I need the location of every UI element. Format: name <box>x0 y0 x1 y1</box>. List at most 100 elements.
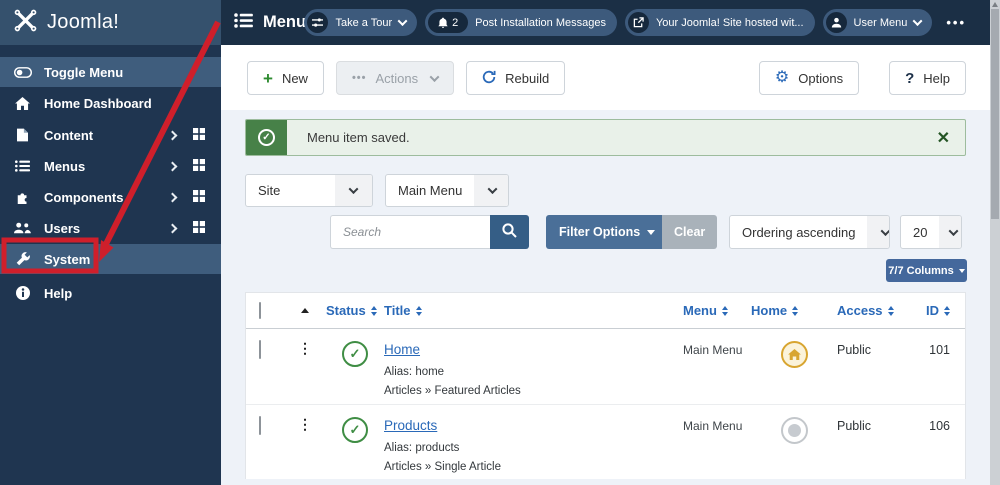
chevron-down-icon <box>939 216 961 248</box>
home-unset-icon[interactable] <box>780 417 808 444</box>
file-icon <box>13 128 32 142</box>
sidebar-item-label: Menus <box>44 158 86 174</box>
home-column-header[interactable]: Home <box>751 303 799 318</box>
site-select[interactable]: Site <box>245 174 373 207</box>
access-level: Public <box>837 419 872 433</box>
chevron-down-icon <box>429 71 440 82</box>
sidebar-item-components[interactable]: Components <box>0 182 221 212</box>
search-group <box>330 215 529 249</box>
menu-item-title-link[interactable]: Products <box>384 418 437 433</box>
chevron-down-icon <box>912 16 923 27</box>
sort-icon <box>721 305 728 316</box>
hosted-site-label: Your Joomla! Site hosted wit... <box>655 16 804 29</box>
sidebar-item-home-dashboard[interactable]: Home Dashboard <box>0 88 221 118</box>
search-button[interactable] <box>490 215 529 249</box>
help-button[interactable]: ? Help <box>889 61 966 95</box>
filter-options-button[interactable]: Filter Options <box>546 215 669 249</box>
scrollbar-thumb[interactable] <box>991 9 999 219</box>
ordering-select[interactable]: Ordering ascending <box>729 215 890 249</box>
close-icon[interactable]: ✕ <box>937 128 950 148</box>
sidebar-item-system[interactable]: System <box>0 244 221 274</box>
grid-icon[interactable] <box>193 189 205 205</box>
ordering-select-value: Ordering ascending <box>742 224 856 240</box>
table-row: ⋮ ✓ Home Alias: home Articles » Featured… <box>246 329 965 405</box>
drag-handle-icon[interactable]: ⋮ <box>298 417 312 431</box>
chevron-down-icon <box>474 175 508 206</box>
limit-select[interactable]: 20 <box>900 215 962 249</box>
grid-icon[interactable] <box>193 220 205 236</box>
menu-item-type: Articles » Single Article <box>384 461 501 473</box>
row-checkbox[interactable] <box>259 416 261 435</box>
menu-column-header[interactable]: Menu <box>683 303 728 318</box>
sidebar-item-menus[interactable]: Menus <box>0 151 221 181</box>
scroll-up-arrow-icon[interactable] <box>992 2 998 7</box>
wrench-icon <box>13 252 32 266</box>
status-published-icon[interactable]: ✓ <box>342 417 368 443</box>
sort-icon <box>944 305 950 316</box>
menutype-select[interactable]: Main Menu <box>385 174 509 207</box>
grid-icon[interactable] <box>193 127 205 143</box>
table-row: ⋮ ✓ Products Alias: products Articles » … <box>246 405 965 479</box>
sidebar-item-help[interactable]: Help <box>0 278 221 308</box>
sort-icon <box>792 305 799 316</box>
sidebar-item-toggle-menu[interactable]: Toggle Menu <box>0 57 221 87</box>
hosted-site-button[interactable]: Your Joomla! Site hosted wit... <box>624 9 815 36</box>
joomla-logo-icon <box>13 8 38 38</box>
access-column-header[interactable]: Access <box>837 303 894 318</box>
chevron-right-icon <box>167 223 178 233</box>
drag-handle-icon[interactable]: ⋮ <box>298 341 312 355</box>
options-button[interactable]: ⚙ Options <box>758 61 860 95</box>
chevron-right-icon <box>167 192 178 202</box>
caret-down-icon <box>647 229 656 235</box>
clear-button[interactable]: Clear <box>662 215 718 249</box>
ordering-column-header[interactable] <box>301 308 309 313</box>
new-button-label: New <box>281 70 308 86</box>
overflow-menu-button[interactable]: ••• <box>946 15 966 30</box>
users-icon <box>13 222 32 234</box>
title-column-header[interactable]: Title <box>384 303 422 318</box>
menu-name: Main Menu <box>683 343 743 357</box>
actions-button-label: Actions <box>375 70 419 86</box>
row-checkbox[interactable] <box>259 340 261 359</box>
home-default-icon[interactable] <box>780 341 808 368</box>
new-button[interactable]: + New <box>247 61 324 95</box>
help-button-label: Help <box>923 70 950 86</box>
menu-items-table: Status Title Menu Home Access ID ⋮ ✓ Hom… <box>245 292 966 479</box>
select-all-checkbox[interactable] <box>259 302 261 319</box>
topbar-actions: Take a Tour 2 Post Installation Messages <box>304 9 966 36</box>
list-icon <box>13 160 32 172</box>
sidebar-item-label: Users <box>44 220 81 236</box>
menu-item-title-link[interactable]: Home <box>384 342 420 357</box>
sidebar-item-label: Help <box>44 285 73 301</box>
sort-icon <box>415 305 422 316</box>
rebuild-button[interactable]: Rebuild <box>466 61 566 95</box>
actions-button[interactable]: ••• Actions <box>335 61 455 95</box>
post-installation-label: Post Installation Messages <box>475 16 606 29</box>
item-id: 101 <box>929 343 950 357</box>
ellipsis-icon: ••• <box>351 72 367 84</box>
info-icon <box>13 286 32 300</box>
search-input[interactable] <box>330 215 490 249</box>
sort-icon <box>887 305 894 316</box>
sidebar-item-content[interactable]: Content <box>0 120 221 150</box>
home-icon <box>13 96 32 110</box>
take-a-tour-button[interactable]: Take a Tour <box>304 9 418 36</box>
external-link-icon <box>627 12 649 33</box>
brand-area[interactable]: Joomla! <box>0 0 221 45</box>
sidebar: Toggle Menu Home Dashboard Content Menus… <box>0 45 221 485</box>
status-column-header[interactable]: Status <box>326 303 377 318</box>
status-published-icon[interactable]: ✓ <box>342 341 368 367</box>
id-column-header[interactable]: ID <box>926 303 950 318</box>
chevron-down-icon <box>335 175 372 206</box>
plus-icon: + <box>263 68 273 88</box>
grid-icon[interactable] <box>193 158 205 174</box>
page-scrollbar[interactable] <box>990 0 1000 485</box>
sidebar-item-label: Content <box>44 127 94 143</box>
sidebar-item-users[interactable]: Users <box>0 213 221 243</box>
filter-options-label: Filter Options <box>559 225 641 239</box>
main-content: + New ••• Actions Rebuild ⚙ Options ? He… <box>221 45 990 485</box>
columns-toggle-button[interactable]: 7/7 Columns <box>886 259 967 282</box>
user-menu-button[interactable]: User Menu <box>822 9 933 36</box>
menu-name: Main Menu <box>683 419 743 433</box>
post-installation-messages-button[interactable]: 2 Post Installation Messages <box>425 9 617 36</box>
